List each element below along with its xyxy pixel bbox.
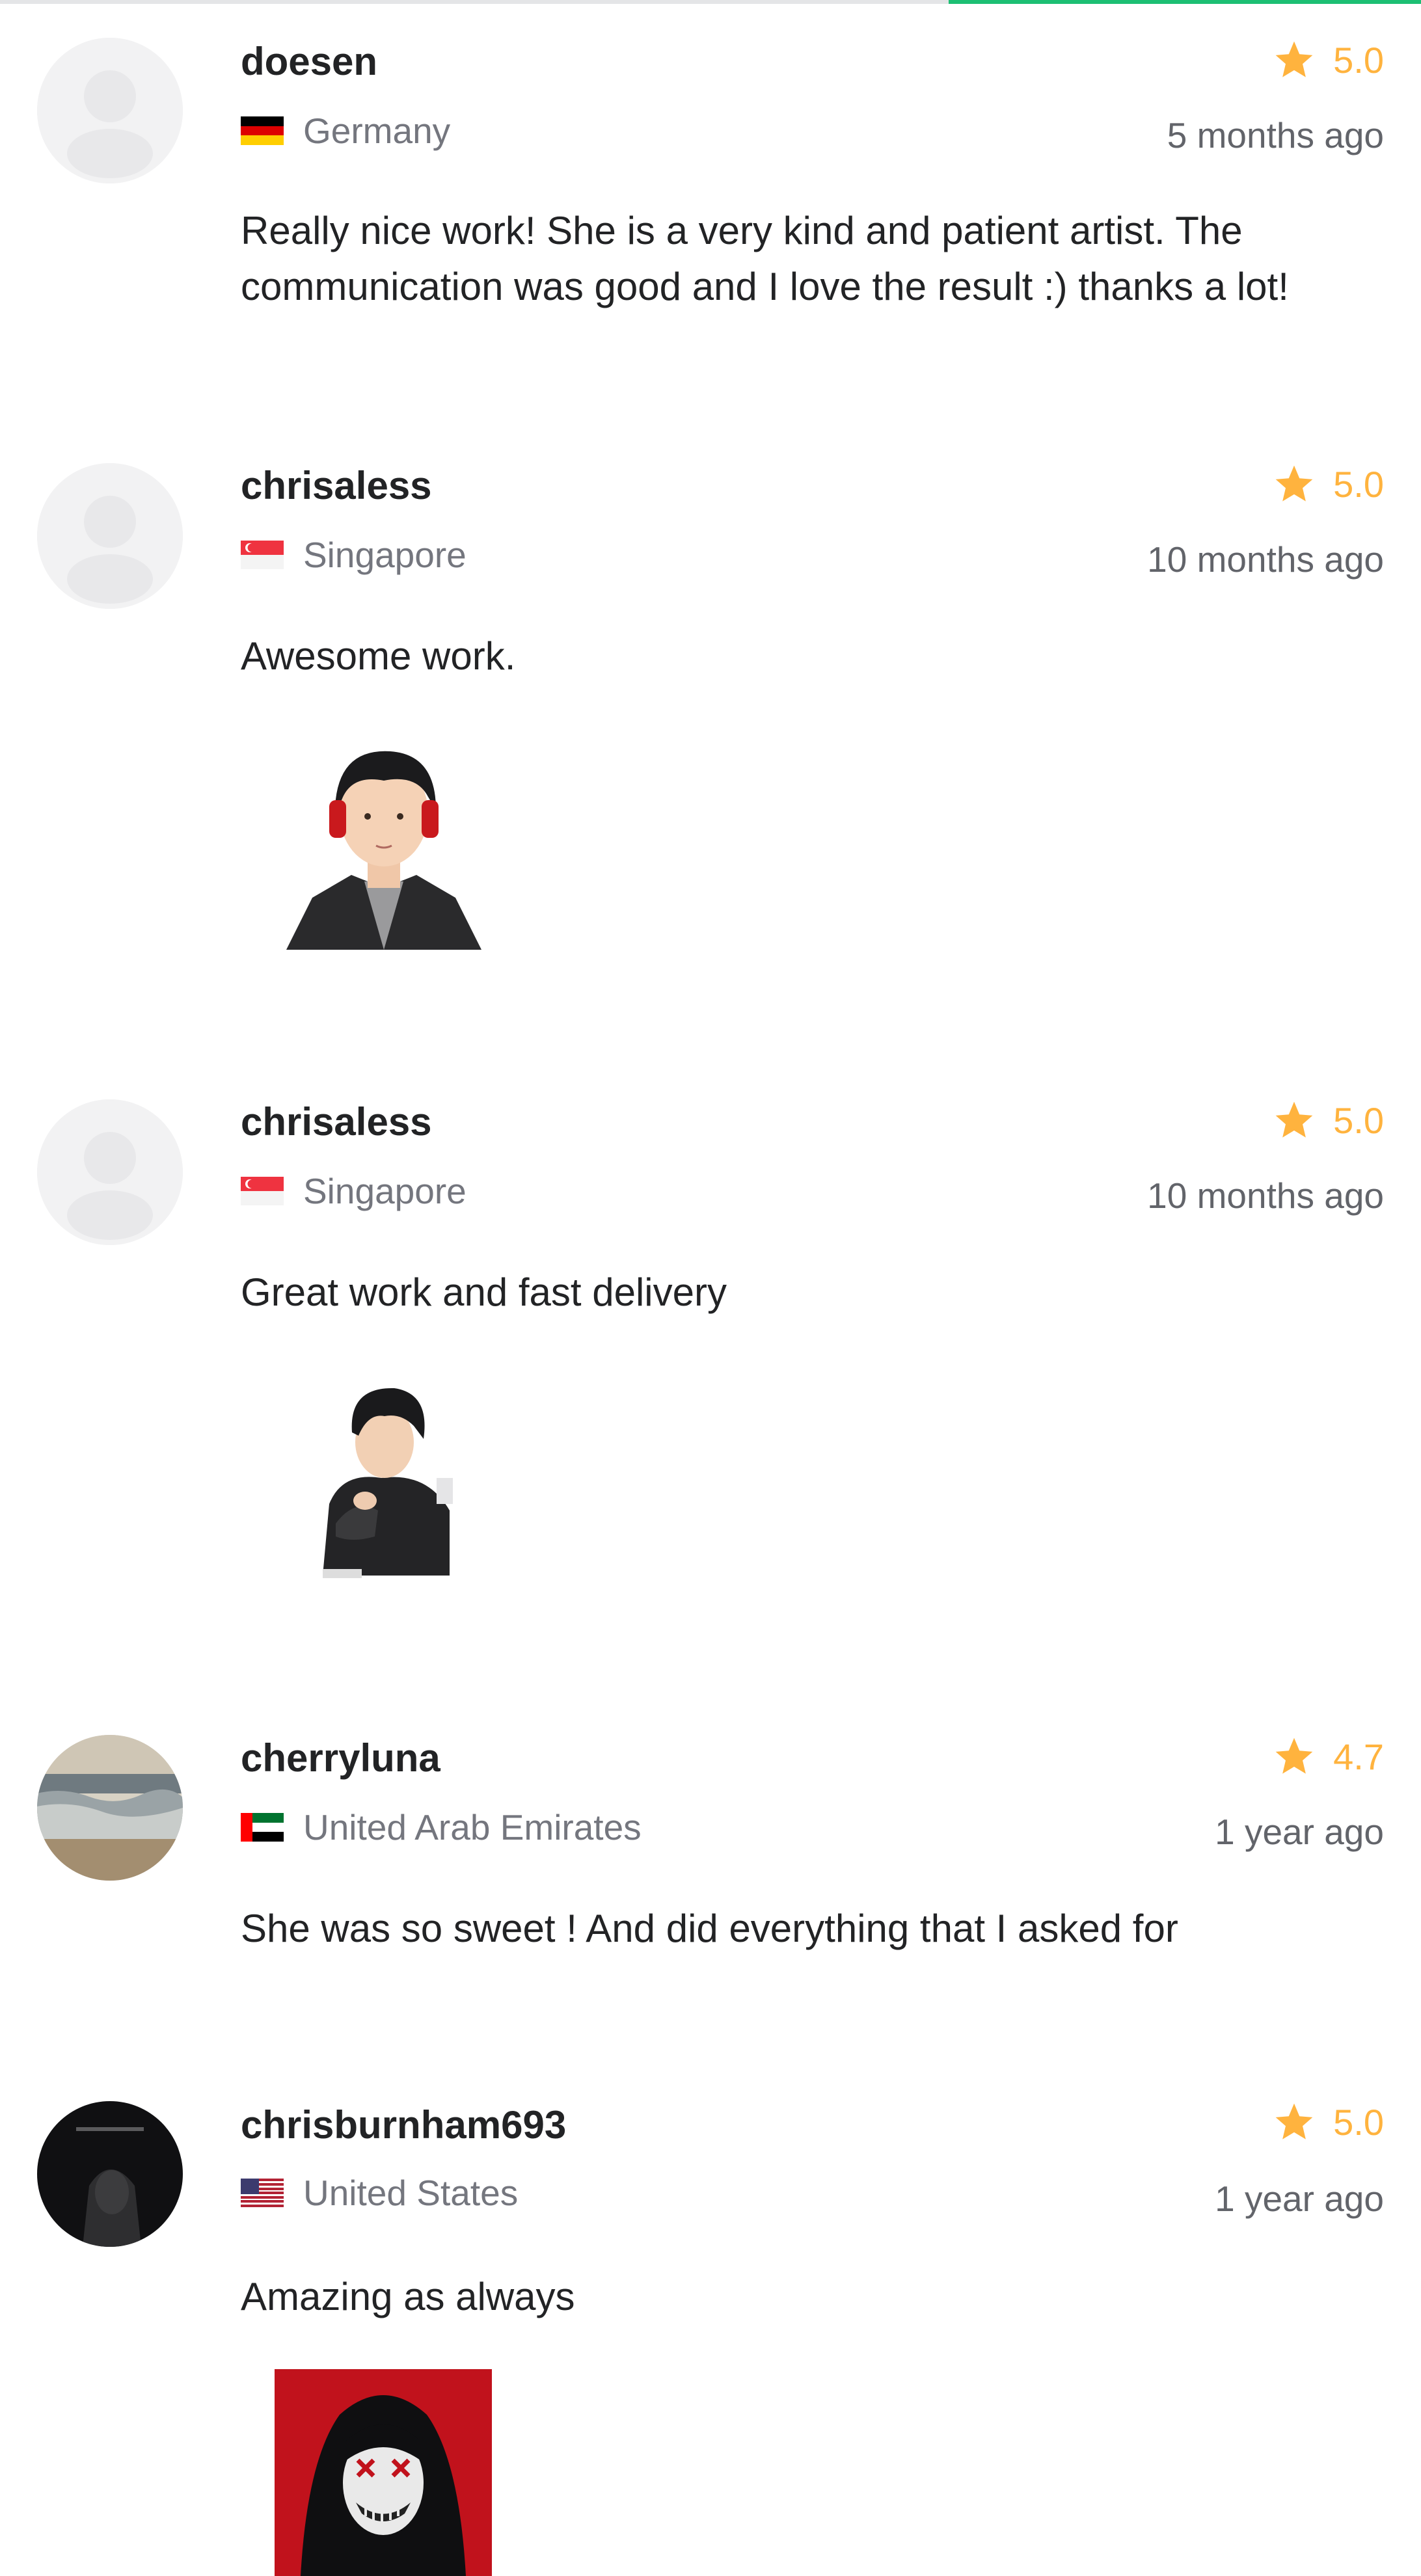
review-country: Singapore	[241, 533, 467, 576]
review-username[interactable]: chrisaless	[241, 1099, 432, 1144]
star-icon	[1275, 41, 1313, 77]
review-country: United Arab Emirates	[241, 1806, 642, 1849]
review-rating: 5.0	[1272, 1094, 1384, 1146]
dark-figure-avatar[interactable]	[37, 2101, 183, 2247]
review-rating: 5.0	[1272, 2096, 1384, 2148]
review-rating-value: 4.7	[1333, 1736, 1384, 1777]
hooded-figure-red-background-illustration[interactable]	[275, 2369, 492, 2576]
singapore-flag	[241, 1177, 284, 1205]
review-time: 1 year ago	[1215, 1812, 1384, 1852]
review-rating-value: 5.0	[1333, 39, 1384, 81]
review-country: Singapore	[241, 1170, 467, 1213]
review-country-name: United States	[303, 2173, 519, 2213]
beach-photo-avatar[interactable]	[37, 1735, 183, 1881]
usa-flag	[241, 2179, 284, 2207]
review-country: United States	[241, 2171, 518, 2214]
page-load-progress	[0, 0, 1421, 4]
review-username[interactable]: cherryluna	[241, 1736, 440, 1780]
default-avatar[interactable]	[37, 38, 183, 183]
review-username[interactable]: doesen	[241, 39, 377, 84]
review-text: Really nice work! She is a very kind and…	[241, 209, 1289, 308]
default-avatar[interactable]	[37, 1099, 183, 1245]
star-icon	[1275, 1101, 1313, 1138]
review-rating: 5.0	[1272, 458, 1384, 510]
singapore-flag	[241, 541, 284, 569]
review-rating-value: 5.0	[1333, 463, 1384, 505]
review-country-name: Singapore	[303, 535, 467, 575]
uae-flag	[241, 1813, 284, 1842]
portrait-man-headphones-illustration[interactable]	[273, 735, 494, 950]
review-country-name: Germany	[303, 111, 451, 151]
review-time: 10 months ago	[1147, 1175, 1384, 1216]
review-text: Great work and fast delivery	[241, 1270, 727, 1314]
germany-flag	[241, 116, 284, 145]
review-rating: 4.7	[1272, 1730, 1384, 1782]
star-icon	[1275, 2103, 1313, 2140]
star-icon	[1275, 1737, 1313, 1774]
review-text: She was so sweet ! And did everything th…	[241, 1907, 1178, 1950]
default-avatar[interactable]	[37, 463, 183, 609]
star-icon	[1275, 465, 1313, 502]
review-time: 1 year ago	[1215, 2179, 1384, 2219]
portrait-man-sitting-illustration[interactable]	[316, 1380, 453, 1582]
review-country-name: Singapore	[303, 1171, 467, 1211]
review-rating: 5.0	[1272, 34, 1384, 86]
review-username[interactable]: chrisaless	[241, 463, 432, 508]
review-text: Awesome work.	[241, 634, 516, 678]
review-text: Amazing as always	[241, 2275, 575, 2318]
review-country-name: United Arab Emirates	[303, 1807, 642, 1847]
review-rating-value: 5.0	[1333, 2101, 1384, 2143]
review-country: Germany	[241, 109, 450, 152]
review-time: 10 months ago	[1147, 539, 1384, 580]
review-username[interactable]: chrisburnham693	[241, 2102, 566, 2147]
review-time: 5 months ago	[1167, 115, 1384, 155]
review-rating-value: 5.0	[1333, 1099, 1384, 1141]
page-load-progress-fill	[949, 0, 1421, 4]
